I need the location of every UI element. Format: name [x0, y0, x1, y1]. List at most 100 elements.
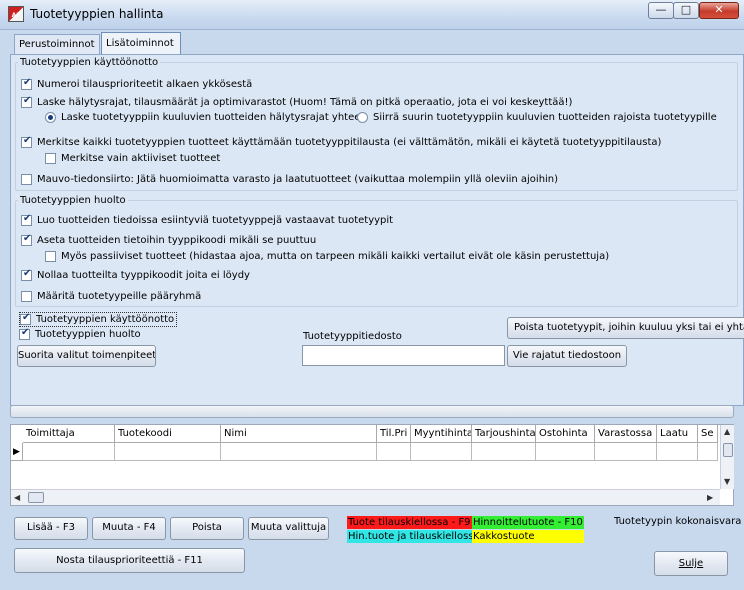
- table-cell[interactable]: [698, 443, 718, 461]
- kayttoonotto-legend: Tuotetyyppien käyttöönotto: [20, 57, 159, 68]
- run-kayttoonotto-label: Tuotetyyppien käyttöönotto: [36, 314, 175, 325]
- table-cell[interactable]: [411, 443, 472, 461]
- checkbox-box[interactable]: [21, 95, 32, 108]
- nollaa-checkbox[interactable]: Nollaa tuotteilta tyyppikoodit joita ei …: [21, 268, 250, 281]
- numeroi-label: Numeroi tilausprioriteetit alkaen ykköse…: [37, 79, 253, 90]
- checkbox-box[interactable]: [20, 312, 31, 325]
- checkbox-box[interactable]: [45, 251, 56, 262]
- muuta-valittuja-button[interactable]: Muuta valittuja: [248, 517, 329, 540]
- maarita-checkbox[interactable]: Määritä tuotetyypeille pääryhmä: [21, 291, 201, 302]
- radio-dot[interactable]: [45, 112, 56, 123]
- aseta-label: Aseta tuotteiden tietoihin tyyppikoodi m…: [37, 235, 317, 246]
- scroll-down-icon[interactable]: ▼: [724, 477, 730, 486]
- kayttoonotto-group: Tuotetyyppien käyttöönotto: [15, 57, 738, 191]
- legend-kakkostuote: Kakkostuote: [472, 530, 584, 543]
- passiiviset-label: Myös passiiviset tuotteet (hidastaa ajoa…: [61, 251, 610, 262]
- lisaa-button[interactable]: Lisää - F3: [14, 517, 88, 540]
- poista-tuotetyypit-button[interactable]: Poista tuotetyypit, joihin kuuluu yksi t…: [507, 317, 744, 339]
- scroll-thumb[interactable]: [723, 443, 733, 457]
- legend-hin-tilauskielto: Hin.tuote ja tilauskiellossa: [347, 530, 472, 543]
- kokonaisvara-label: Tuotetyypin kokonaisvara: [614, 516, 742, 527]
- merkitse-checkbox[interactable]: Merkitse kaikki tuotetyyppien tuotteet k…: [21, 135, 661, 148]
- product-grid[interactable]: Toimittaja Tuotekoodi Nimi Til.Pri Myyntihin…: [10, 424, 734, 506]
- luo-checkbox[interactable]: Luo tuotteiden tiedoissa esiintyviä tuot…: [21, 213, 394, 226]
- legend-hinnoittelutuote: Hinnoittelutuote - F10: [472, 516, 584, 529]
- row-indicator: ▶: [11, 443, 23, 461]
- table-cell[interactable]: [472, 443, 536, 461]
- mauvo-label: Mauvo-tiedonsiirto: Jätä huomioimatta va…: [37, 174, 559, 185]
- checkbox-box[interactable]: [45, 153, 56, 164]
- sulje-button[interactable]: Sulje: [654, 551, 728, 576]
- column-header[interactable]: Tarjoushinta: [472, 425, 536, 443]
- numeroi-checkbox[interactable]: Numeroi tilausprioriteetit alkaen ykköse…: [21, 77, 253, 90]
- merkitse-aktiiviset-label: Merkitse vain aktiiviset tuotteet: [61, 153, 221, 164]
- title-bar: AF Tuotetyyppien hallinta — □ ✕: [0, 0, 744, 30]
- checkbox-box[interactable]: [21, 135, 32, 148]
- checkbox-box[interactable]: [19, 327, 30, 340]
- checkbox-box[interactable]: [21, 233, 32, 246]
- scroll-up-icon[interactable]: ▲: [724, 427, 730, 436]
- column-header[interactable]: Ostohinta: [536, 425, 595, 443]
- radio-siirra-suurin[interactable]: Siirrä suurin tuotetyyppiin kuuluvien tu…: [357, 112, 717, 123]
- file-label: Tuotetyyppitiedosto: [303, 331, 402, 342]
- laske-label: Laske hälytysrajat, tilausmäärät ja opti…: [37, 97, 573, 108]
- maximize-button[interactable]: □: [673, 2, 699, 19]
- radio-siirra-label: Siirrä suurin tuotetyyppiin kuuluvien tu…: [373, 112, 717, 123]
- nosta-prioriteettia-button[interactable]: Nosta tilausprioriteettiä - F11: [14, 548, 245, 573]
- nollaa-label: Nollaa tuotteilta tyyppikoodit joita ei …: [37, 270, 250, 281]
- column-header[interactable]: Laatu: [657, 425, 698, 443]
- run-huolto-checkbox[interactable]: Tuotetyyppien huolto: [19, 327, 141, 340]
- mauvo-checkbox[interactable]: Mauvo-tiedonsiirto: Jätä huomioimatta va…: [21, 174, 558, 185]
- scroll-right-icon[interactable]: ▶: [707, 493, 713, 502]
- checkbox-box[interactable]: [21, 291, 32, 302]
- table-cell[interactable]: [115, 443, 221, 461]
- run-huolto-label: Tuotetyyppien huolto: [35, 329, 141, 340]
- passiiviset-checkbox[interactable]: Myös passiiviset tuotteet (hidastaa ajoa…: [45, 251, 609, 262]
- column-header[interactable]: Toimittaja: [23, 425, 115, 443]
- radio-laske-label: Laske tuotetyyppiin kuuluvien tuotteiden…: [61, 112, 367, 123]
- vertical-scrollbar[interactable]: ▲ ▼: [720, 425, 734, 489]
- horizontal-scrollbar[interactable]: ◀ ▶: [11, 489, 720, 505]
- checkbox-box[interactable]: [21, 174, 32, 185]
- vie-tiedostoon-button[interactable]: Vie rajatut tiedostoon: [507, 345, 627, 367]
- merkitse-aktiiviset-checkbox[interactable]: Merkitse vain aktiiviset tuotteet: [45, 153, 220, 164]
- laske-checkbox[interactable]: Laske hälytysrajat, tilausmäärät ja opti…: [21, 95, 573, 108]
- checkbox-box[interactable]: [21, 213, 32, 226]
- column-header[interactable]: Se: [698, 425, 718, 443]
- suorita-button[interactable]: Suorita valitut toimenpiteet: [17, 345, 156, 367]
- column-header[interactable]: Nimi: [221, 425, 377, 443]
- table-cell[interactable]: [657, 443, 698, 461]
- muuta-button[interactable]: Muuta - F4: [92, 517, 166, 540]
- app-icon: AF: [8, 6, 24, 22]
- huolto-legend: Tuotetyyppien huolto: [20, 195, 126, 206]
- table-cell[interactable]: [23, 443, 115, 461]
- legend-tilauskielto: Tuote tilauskiellossa - F9: [347, 516, 472, 529]
- radio-dot[interactable]: [357, 112, 368, 123]
- poista-button[interactable]: Poista: [170, 517, 244, 540]
- radio-laske-yhteen[interactable]: Laske tuotetyyppiin kuuluvien tuotteiden…: [45, 112, 367, 123]
- table-cell[interactable]: [595, 443, 657, 461]
- aseta-checkbox[interactable]: Aseta tuotteiden tietoihin tyyppikoodi m…: [21, 233, 317, 246]
- table-cell[interactable]: [377, 443, 411, 461]
- checkbox-box[interactable]: [21, 77, 32, 90]
- progress-bar: [10, 405, 734, 418]
- file-input[interactable]: [302, 345, 505, 366]
- maarita-label: Määritä tuotetyypeille pääryhmä: [37, 291, 202, 302]
- luo-label: Luo tuotteiden tiedoissa esiintyviä tuot…: [37, 215, 394, 226]
- table-cell[interactable]: [221, 443, 377, 461]
- window-title: Tuotetyyppien hallinta: [30, 7, 164, 21]
- column-header[interactable]: Til.Pri: [377, 425, 411, 443]
- tab-perustoiminnot[interactable]: Perustoiminnot: [14, 34, 100, 54]
- tab-lisatoiminnot[interactable]: Lisätoiminnot: [101, 32, 181, 55]
- minimize-button[interactable]: —: [648, 2, 674, 19]
- tab-panel: Tuotetyyppien käyttöönotto Numeroi tilau…: [10, 54, 744, 406]
- close-button[interactable]: ✕: [699, 2, 739, 19]
- checkbox-box[interactable]: [21, 268, 32, 281]
- scroll-left-icon[interactable]: ◀: [14, 493, 20, 502]
- column-header[interactable]: Myyntihinta: [411, 425, 472, 443]
- column-header[interactable]: Varastossa: [595, 425, 657, 443]
- table-cell[interactable]: [536, 443, 595, 461]
- column-header[interactable]: Tuotekoodi: [115, 425, 221, 443]
- run-kayttoonotto-checkbox[interactable]: Tuotetyyppien käyttöönotto: [19, 312, 178, 327]
- scroll-thumb[interactable]: [28, 492, 44, 503]
